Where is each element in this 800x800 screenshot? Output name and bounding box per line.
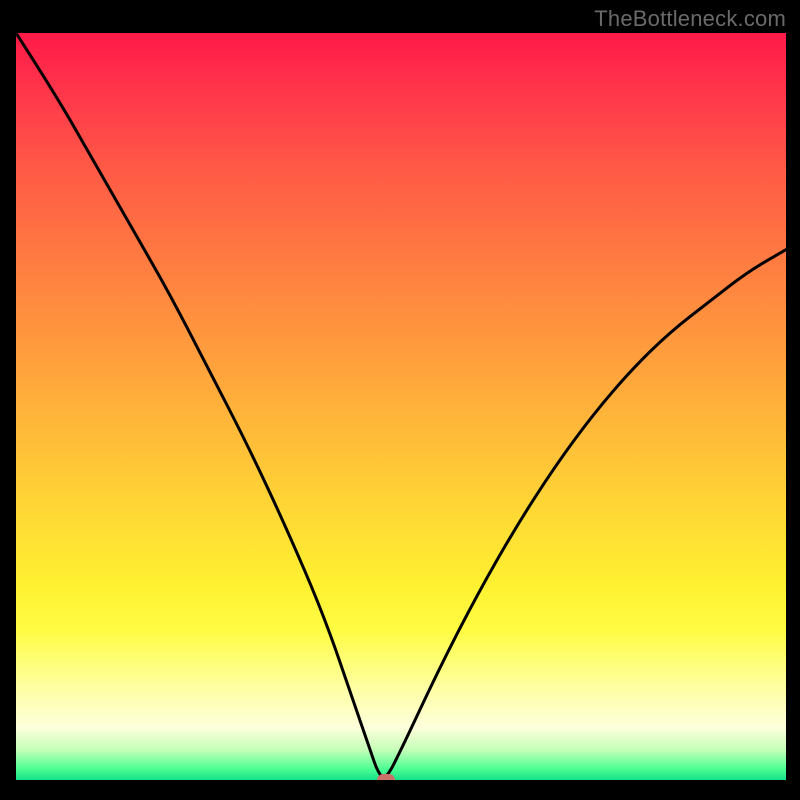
bottleneck-curve	[16, 33, 786, 780]
optimal-point-marker	[377, 774, 395, 780]
axis-bottom-border	[16, 780, 786, 800]
axis-left-border	[0, 33, 16, 780]
watermark-text: TheBottleneck.com	[594, 6, 786, 32]
axis-right-border	[786, 33, 800, 780]
plot-area	[16, 33, 786, 780]
